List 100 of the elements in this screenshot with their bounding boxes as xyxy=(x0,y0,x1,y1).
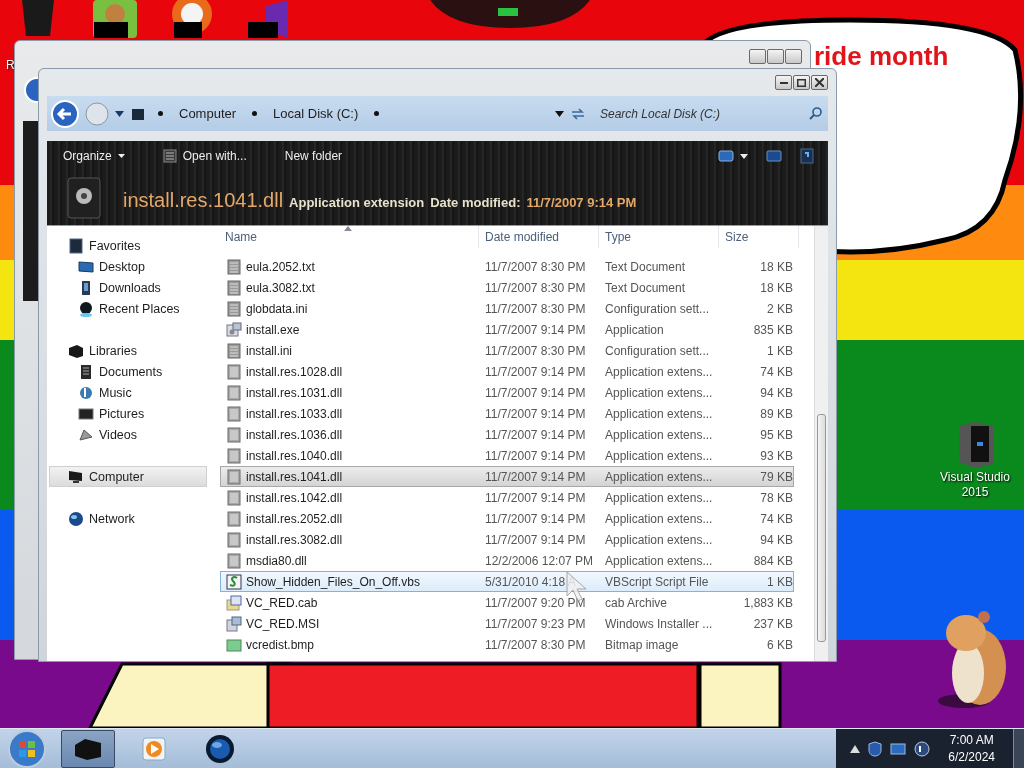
nav-item[interactable]: Pictures xyxy=(49,403,207,424)
file-name: globdata.ini xyxy=(246,301,308,316)
date-cell-text: 12/2/2006 12:07 PM xyxy=(484,553,595,568)
date-cell-text: 11/7/2007 9:14 PM xyxy=(484,490,587,505)
file-type: Application extension xyxy=(289,194,425,210)
scroll-thumb[interactable] xyxy=(817,414,826,642)
breadcrumb-link[interactable]: Local Disk (C:) xyxy=(269,106,363,121)
application-icon xyxy=(226,321,242,338)
type-cell-text: Windows Installer ... xyxy=(604,616,714,631)
taskbar-button[interactable] xyxy=(61,730,115,768)
file-row[interactable]: install.res.1028.dll 11/7/2007 9:14 PM Application extens... 74 KB xyxy=(220,361,794,382)
refresh-icon xyxy=(570,106,586,121)
time-text: 7:00 AM xyxy=(949,732,994,749)
file-row[interactable]: install.ini 11/7/2007 8:30 PM Configuration sett... 1 KB xyxy=(220,340,794,361)
scrollbar[interactable] xyxy=(814,226,828,661)
document-icon xyxy=(78,363,94,380)
caret-icon xyxy=(115,110,124,117)
size-cell-text: 1 KB xyxy=(766,574,793,589)
toolbar-button[interactable]: Open with... xyxy=(158,147,251,165)
type-cell-text: Application extens... xyxy=(604,427,714,442)
maximize-button[interactable] xyxy=(767,49,784,64)
type-cell-text: VBScript Script File xyxy=(604,574,710,589)
document-icon xyxy=(226,552,242,569)
nav-item[interactable]: Libraries xyxy=(49,340,207,361)
wallpaper-caption: ride month xyxy=(814,44,949,68)
file-row[interactable]: install.res.1036.dll 11/7/2007 9:14 PM Application extens... 95 KB xyxy=(220,424,794,445)
size-cell-text: 74 KB xyxy=(759,364,793,379)
size-cell-text: 95 KB xyxy=(759,427,793,442)
minimize-icon xyxy=(779,81,788,84)
file-row[interactable]: VC_RED.MSI 11/7/2007 9:23 PM Windows Installer ... 237 KB xyxy=(220,613,794,634)
minimize-button[interactable] xyxy=(775,75,792,90)
file-row[interactable]: install.res.1040.dll 11/7/2007 9:14 PM Application extens... 93 KB xyxy=(220,445,794,466)
nav-item[interactable]: Downloads xyxy=(49,277,207,298)
speaker-icon xyxy=(914,741,931,757)
nav-item[interactable]: Desktop xyxy=(49,256,207,277)
file-name: install.res.2052.dll xyxy=(246,511,343,526)
nav-item[interactable]: Computer xyxy=(49,466,207,487)
size-cell-text: 94 KB xyxy=(759,532,793,547)
show-desktop-button[interactable] xyxy=(1013,729,1024,768)
file-name: eula.3082.txt xyxy=(246,280,315,295)
close-button[interactable] xyxy=(811,75,828,90)
orb-icon xyxy=(78,300,94,317)
document-icon xyxy=(226,426,242,443)
minimize-button[interactable] xyxy=(749,49,766,64)
file-row[interactable]: eula.2052.txt 11/7/2007 8:30 PM Text Document 18 KB xyxy=(220,256,794,277)
toolbar-button[interactable]: Organize xyxy=(59,147,129,165)
nav-item[interactable]: Music xyxy=(49,382,207,403)
file-name: install.res.1036.dll xyxy=(246,427,343,442)
file-name: install.res.1040.dll xyxy=(246,448,343,463)
file-row[interactable]: install.res.3082.dll 11/7/2007 9:14 PM Application extens... 94 KB xyxy=(220,529,794,550)
file-row[interactable]: install.res.1042.dll 11/7/2007 9:14 PM Application extens... 78 KB xyxy=(220,487,794,508)
caret-icon xyxy=(555,110,564,117)
document-icon xyxy=(226,363,242,380)
nav-item[interactable]: Documents xyxy=(49,361,207,382)
box-icon xyxy=(68,342,84,359)
document-icon xyxy=(226,510,242,527)
file-row[interactable]: VC_RED.cab 11/7/2007 9:20 PM cab Archive 1,883 KB xyxy=(220,592,794,613)
file-row[interactable]: msdia80.dll 12/2/2006 12:07 PM Application extens... 884 KB xyxy=(220,550,794,571)
nav-item[interactable]: Videos xyxy=(49,424,207,445)
file-row[interactable]: install.res.1033.dll 11/7/2007 9:14 PM Application extens... 89 KB xyxy=(220,403,794,424)
file-row[interactable]: install.exe 11/7/2007 9:14 PM Application 835 KB xyxy=(220,319,794,340)
column-header[interactable]: Type xyxy=(599,226,719,248)
type-cell-text: Application extens... xyxy=(604,364,714,379)
search-field[interactable]: Search Local Disk (C:) xyxy=(598,105,805,122)
document-icon xyxy=(226,384,242,401)
file-row[interactable]: globdata.ini 11/7/2007 8:30 PM Configuration sett... 2 KB xyxy=(220,298,794,319)
nav-item[interactable]: Network xyxy=(49,508,207,529)
file-row[interactable]: install.res.1041.dll 11/7/2007 9:14 PM Application extens... 79 KB xyxy=(220,466,794,487)
play-icon xyxy=(141,736,167,762)
file-name: install.res.1042.dll xyxy=(246,490,343,505)
file-name: install.res.3082.dll xyxy=(246,532,343,547)
icon-label: R xyxy=(6,58,15,73)
music-icon xyxy=(78,384,94,401)
close-button[interactable] xyxy=(785,49,802,64)
size-cell-text: 2 KB xyxy=(766,301,793,316)
nav-item[interactable]: Recent Places xyxy=(49,298,207,319)
size-cell-text: 237 KB xyxy=(752,616,793,631)
type-cell-text: Application extens... xyxy=(604,448,714,463)
size-cell-text: 6 KB xyxy=(766,637,793,652)
date-cell-text: 11/7/2007 8:30 PM xyxy=(484,343,587,358)
caret-icon xyxy=(850,745,861,753)
file-row[interactable]: eula.3082.txt 11/7/2007 8:30 PM Text Document 18 KB xyxy=(220,277,794,298)
column-header[interactable]: Size xyxy=(719,226,799,248)
field-label: Date modified: xyxy=(430,194,521,210)
file-row[interactable]: vcredist.bmp 11/7/2007 8:30 PM Bitmap image 6 KB xyxy=(220,634,794,655)
size-cell-text: 835 KB xyxy=(752,322,793,337)
box-icon xyxy=(73,737,103,761)
date-cell-text: 11/7/2007 8:30 PM xyxy=(484,280,587,295)
date-cell-text: 11/7/2007 9:14 PM xyxy=(484,511,587,526)
nav-item[interactable]: Favorites xyxy=(49,235,207,256)
script-icon xyxy=(226,573,242,590)
breadcrumb-link[interactable]: Computer xyxy=(175,106,241,121)
date-cell-text: 11/7/2007 8:30 PM xyxy=(484,259,587,274)
file-name: Show_Hidden_Files_On_Off.vbs xyxy=(246,574,420,589)
column-header[interactable]: Date modified xyxy=(479,226,599,248)
toolbar-button[interactable]: New folder xyxy=(280,147,347,165)
maximize-button[interactable] xyxy=(793,75,810,90)
document-icon xyxy=(226,258,242,275)
file-row[interactable]: install.res.2052.dll 11/7/2007 9:14 PM Application extens... 74 KB xyxy=(220,508,794,529)
file-row[interactable]: install.res.1031.dll 11/7/2007 9:14 PM Application extens... 94 KB xyxy=(220,382,794,403)
